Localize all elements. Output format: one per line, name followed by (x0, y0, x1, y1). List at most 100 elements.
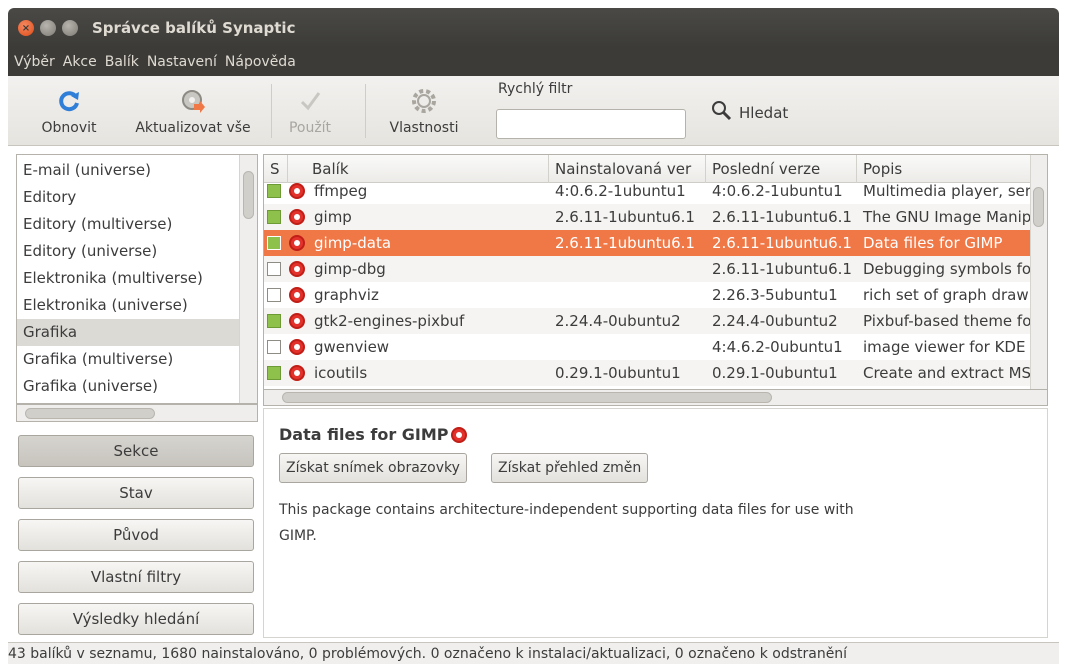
menu-nastaveni[interactable]: Nastavení (147, 54, 217, 70)
package-status-icon (450, 426, 467, 443)
reload-icon (56, 88, 82, 114)
menu-akce[interactable]: Akce (63, 54, 97, 70)
cell-name: icoutils (314, 364, 368, 382)
package-checkbox[interactable] (267, 314, 281, 328)
section-item[interactable]: E-mail (universe) (17, 157, 239, 184)
cell-installed-version (549, 256, 706, 282)
cell-description: Debugging symbols for (863, 260, 1032, 278)
package-checkbox[interactable] (267, 184, 281, 198)
reload-label: Obnovit (41, 120, 97, 136)
window-title: Správce balíků Synaptic (92, 19, 296, 37)
close-window-button[interactable]: × (18, 20, 34, 36)
scrollbar-thumb[interactable] (243, 171, 254, 219)
package-detail-panel: Data files for GIMP Získat snímek obrazo… (263, 408, 1048, 638)
reload-button[interactable]: Obnovit (30, 76, 108, 146)
section-list-vertical-scrollbar[interactable] (239, 155, 257, 403)
cell-latest-version: 2.6.11-1ubuntu6.1 (712, 208, 852, 226)
quick-filter-input[interactable] (496, 109, 686, 139)
cell-description: Create and extract MS (863, 364, 1032, 382)
package-checkbox[interactable] (267, 288, 281, 302)
section-item[interactable]: Grafika (multiverse) (17, 346, 239, 373)
package-checkbox[interactable] (267, 366, 281, 380)
cell-name: ffmpeg (314, 182, 368, 200)
section-list-horizontal-scrollbar[interactable] (16, 404, 258, 422)
table-row-selected[interactable]: gimp-data 2.6.11-1ubuntu6.1 2.6.11-1ubuntu… (264, 230, 1032, 256)
package-status-icon (289, 365, 305, 381)
section-item[interactable]: Elektronika (universe) (17, 292, 239, 319)
filter-status-button[interactable]: Stav (18, 477, 254, 509)
package-table-horizontal-scrollbar[interactable] (263, 390, 1048, 406)
cell-latest-version: 2.6.11-1ubuntu6.1 (712, 260, 852, 278)
cell-description: Multimedia player, serv (863, 182, 1032, 200)
filter-sections-button[interactable]: Sekce (18, 435, 254, 467)
search-button[interactable]: Hledat (711, 100, 788, 126)
search-icon (711, 100, 733, 126)
package-table-vertical-scrollbar[interactable] (1030, 155, 1047, 389)
cell-description: image viewer for KDE (863, 338, 1026, 356)
title-bar: × Správce balíků Synaptic (8, 8, 1059, 48)
section-list: E-mail (universe) Editory Editory (multi… (16, 154, 258, 404)
table-row[interactable]: gwenview 4:4.6.2-0ubuntu1 image viewer for… (264, 334, 1032, 360)
toolbar-separator (271, 84, 272, 138)
cell-latest-version: 2.6.11-1ubuntu6.1 (712, 234, 852, 252)
filter-origin-button[interactable]: Původ (18, 519, 254, 551)
menu-napoveda[interactable]: Nápověda (225, 54, 296, 70)
upgrade-all-label: Aktualizovat vše (135, 120, 251, 136)
scrollbar-thumb[interactable] (25, 408, 155, 419)
cell-name: gwenview (314, 338, 390, 356)
properties-gear-icon (411, 88, 437, 114)
menu-balik[interactable]: Balík (105, 54, 139, 70)
upgrade-all-button[interactable]: Aktualizovat vše (118, 76, 268, 146)
properties-label: Vlastnosti (389, 120, 459, 136)
section-item[interactable]: Editory (universe) (17, 238, 239, 265)
section-item-selected[interactable]: Grafika (17, 319, 239, 346)
section-item[interactable]: Grafika (universe) (17, 373, 239, 400)
table-row[interactable]: gtk2-engines-pixbuf 2.24.4-0ubuntu2 2.24.4… (264, 308, 1032, 334)
filter-search-results-button[interactable]: Výsledky hledání (18, 603, 254, 635)
package-checkbox[interactable] (267, 262, 281, 276)
package-detail-title: Data files for GIMP (279, 425, 467, 444)
section-item[interactable]: Elektronika (multiverse) (17, 265, 239, 292)
cell-name: gtk2-engines-pixbuf (314, 312, 465, 330)
table-row[interactable]: gimp-dbg 2.6.11-1ubuntu6.1 Debugging symbo… (264, 256, 1032, 282)
package-detail-name: Data files for GIMP (279, 425, 449, 444)
package-checkbox[interactable] (267, 340, 281, 354)
minimize-window-button[interactable] (40, 20, 56, 36)
apply-check-icon (297, 88, 323, 114)
get-screenshot-button[interactable]: Získat snímek obrazovky (279, 453, 467, 483)
table-row[interactable]: ffmpeg 4:0.6.2-1ubuntu1 4:0.6.2-1ubuntu1 Mu… (264, 178, 1032, 204)
apply-button[interactable]: Použít (280, 76, 340, 146)
table-row[interactable]: gimp 2.6.11-1ubuntu6.1 2.6.11-1ubuntu6.1 Th… (264, 204, 1032, 230)
section-item[interactable]: Editory (17, 184, 239, 211)
properties-button[interactable]: Vlastnosti (374, 76, 474, 146)
package-status-icon (289, 209, 305, 225)
cell-name: gimp-data (314, 234, 392, 252)
package-checkbox[interactable] (267, 236, 281, 250)
table-row[interactable]: icoutils 0.29.1-0ubuntu1 0.29.1-0ubuntu1 Cr… (264, 360, 1032, 386)
package-description: This package contains architecture-indep… (279, 502, 854, 544)
package-checkbox[interactable] (267, 210, 281, 224)
filter-custom-button[interactable]: Vlastní filtry (18, 561, 254, 593)
status-bar: 43 balíků v seznamu, 1680 nainstalováno,… (8, 642, 1059, 664)
table-row[interactable]: graphviz 2.26.3-5ubuntu1 rich set of graph… (264, 282, 1032, 308)
toolbar: Obnovit Aktualizovat vše Použít Vlastnos… (8, 76, 1059, 146)
cell-installed-version (549, 282, 706, 308)
scrollbar-thumb[interactable] (282, 392, 772, 403)
cell-description: rich set of graph drawi (863, 286, 1032, 304)
quick-filter-label: Rychlý filtr (498, 81, 573, 97)
maximize-window-button[interactable] (62, 20, 78, 36)
cell-latest-version: 2.24.4-0ubuntu2 (712, 312, 838, 330)
cell-name: gimp (314, 208, 352, 226)
cell-latest-version: 0.29.1-0ubuntu1 (712, 364, 838, 382)
package-status-icon (289, 339, 305, 355)
cell-installed-version: 2.6.11-1ubuntu6.1 (555, 234, 695, 252)
cell-installed-version: 4:0.6.2-1ubuntu1 (555, 182, 686, 200)
menu-bar: Výběr Akce Balík Nastavení Nápověda (8, 48, 1059, 76)
cell-installed-version (549, 334, 706, 360)
section-item[interactable]: Editory (multiverse) (17, 211, 239, 238)
menu-vyber[interactable]: Výběr (14, 54, 55, 70)
package-status-icon (289, 235, 305, 251)
scrollbar-thumb[interactable] (1033, 187, 1044, 227)
apply-label: Použít (288, 120, 332, 136)
get-changelog-button[interactable]: Získat přehled změn (491, 453, 649, 483)
